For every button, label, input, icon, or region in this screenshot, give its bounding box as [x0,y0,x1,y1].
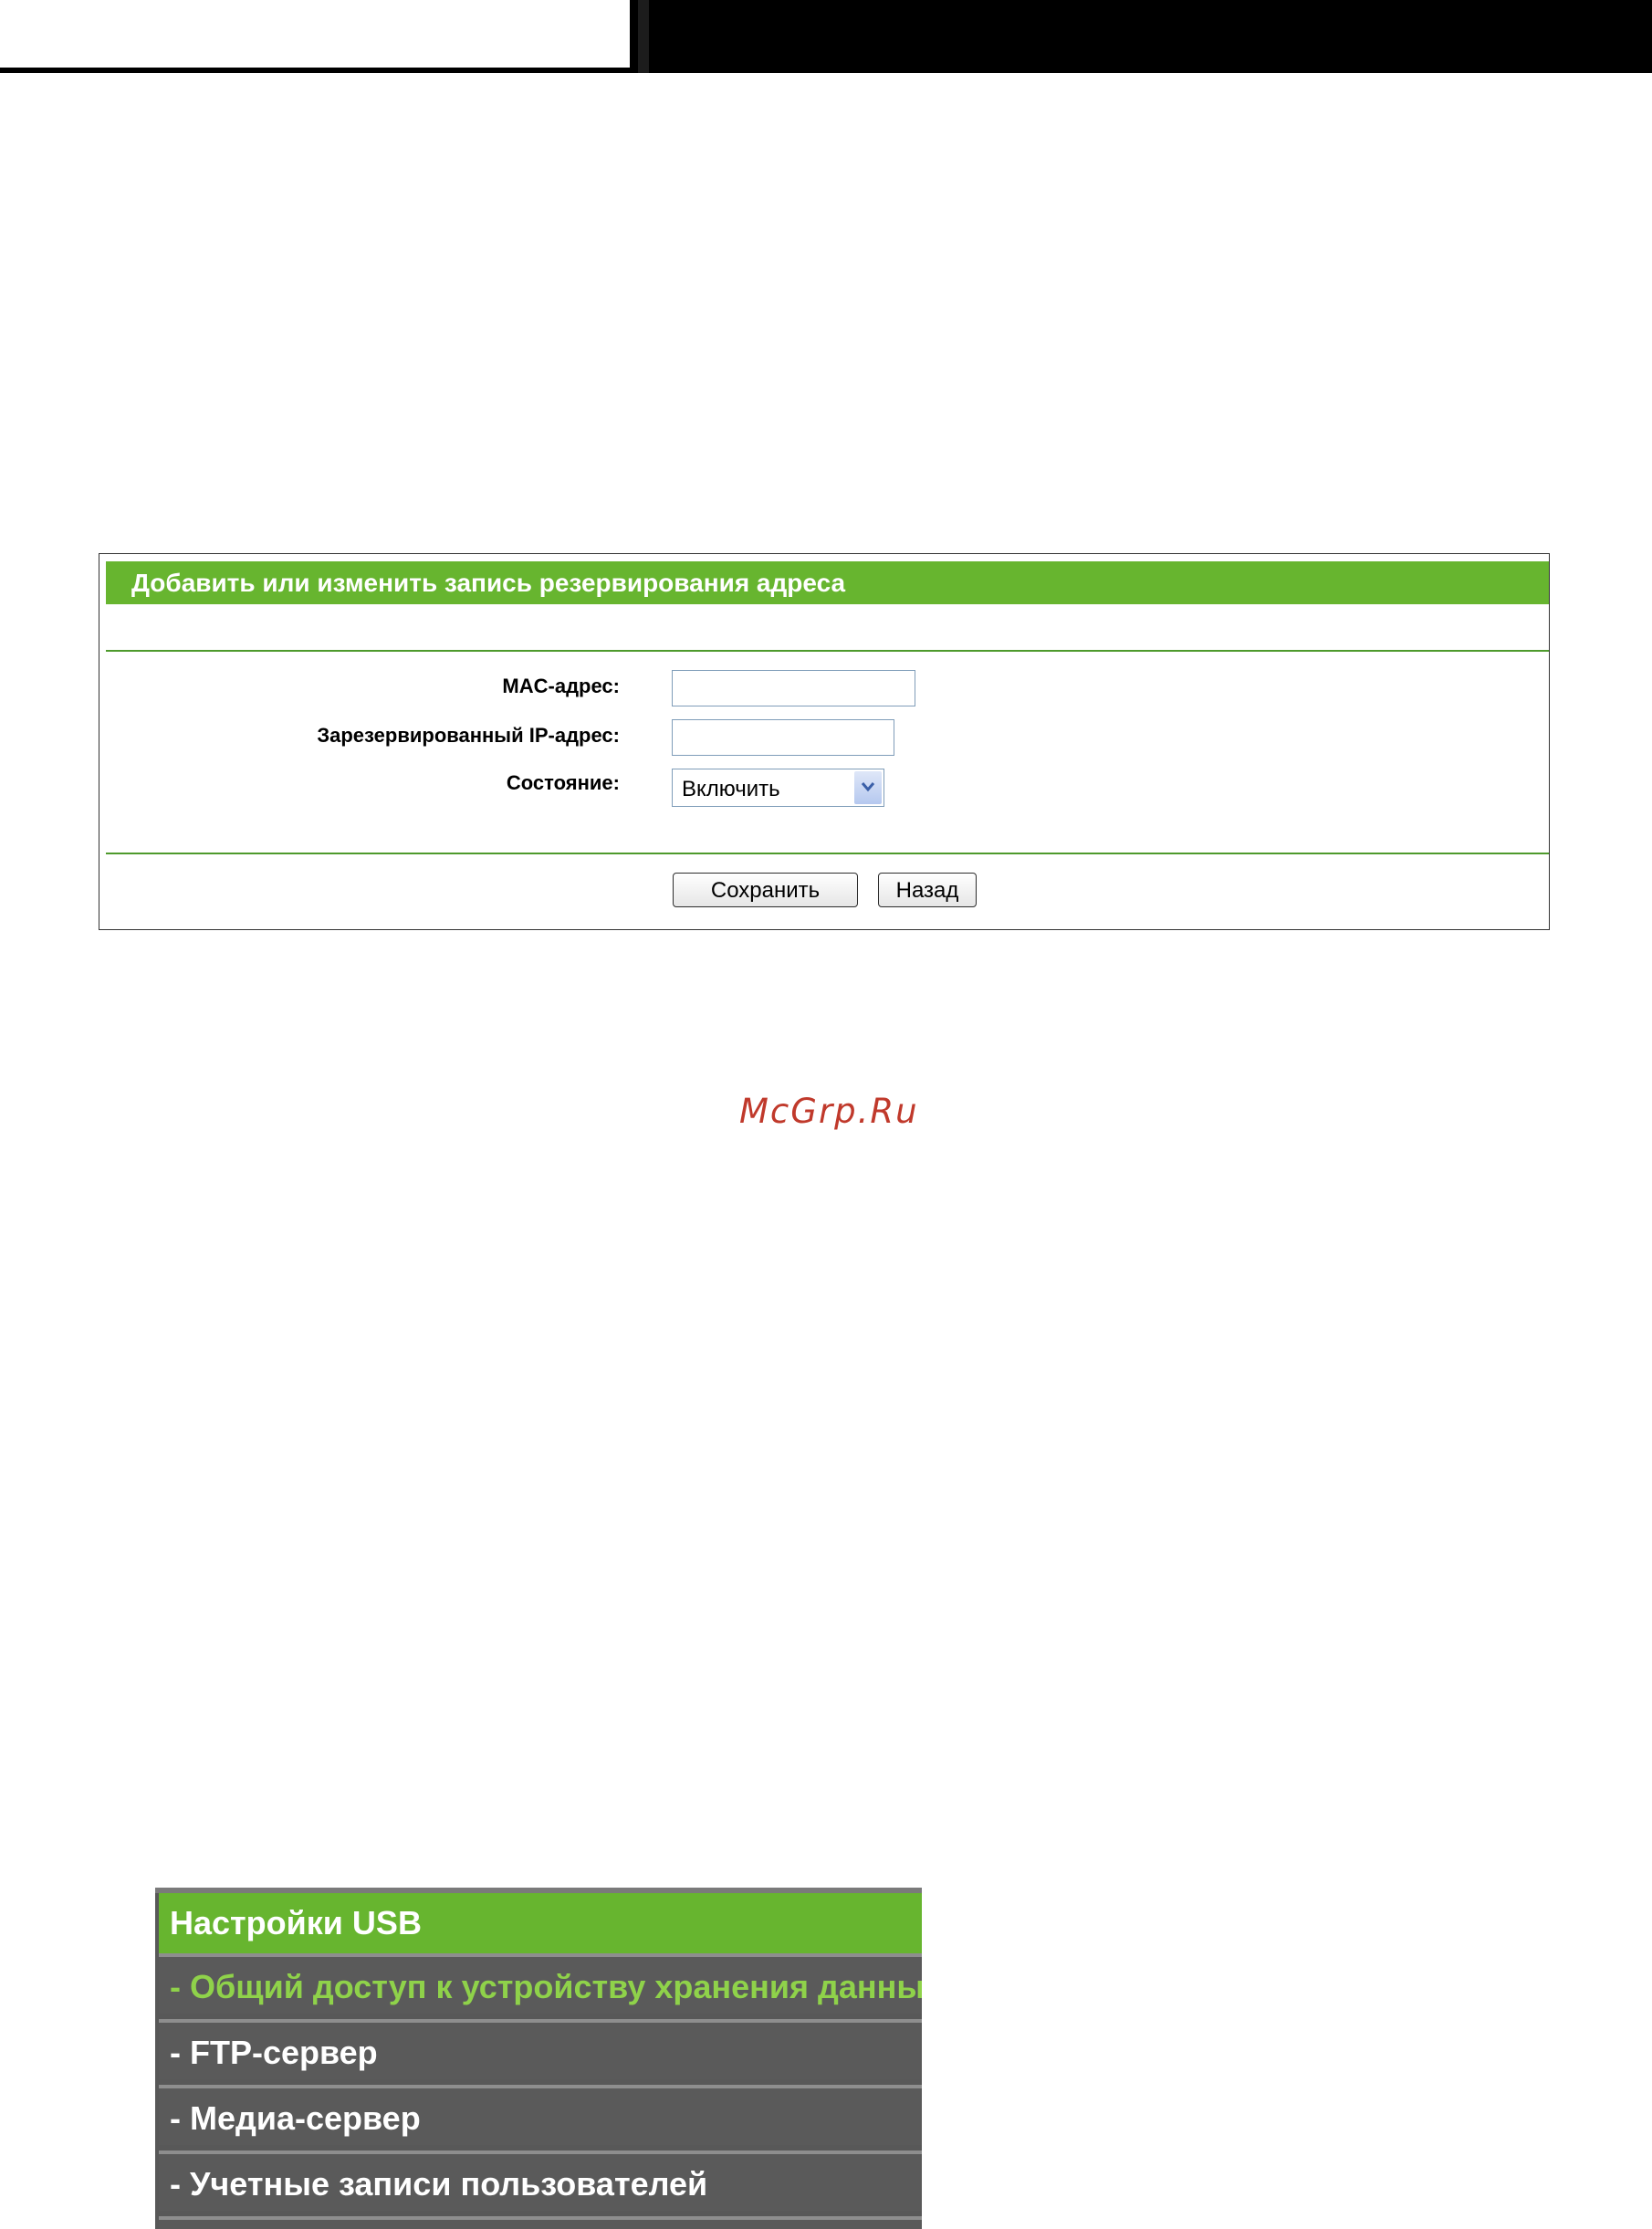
header-divider [638,0,649,73]
ip-label: Зарезервированный IP-адрес: [317,724,620,747]
usb-settings-menu: Настройки USB - Общий доступ к устройств… [155,1888,922,2229]
header-bar [630,0,1652,73]
menu-header[interactable]: Настройки USB [159,1893,922,1953]
mac-input[interactable] [672,670,915,706]
menu-item-media-server[interactable]: - Медиа-сервер [159,2085,922,2145]
chevron-down-icon[interactable] [854,771,882,804]
divider [106,853,1549,854]
ip-input[interactable] [672,719,894,756]
save-button[interactable]: Сохранить [673,873,858,907]
address-reservation-panel: Добавить или изменить запись резервирова… [99,553,1550,930]
panel-title: Добавить или изменить запись резервирова… [106,561,1549,604]
divider [106,650,1549,652]
state-label: Состояние: [506,771,620,794]
menu-item-next[interactable] [159,2216,922,2229]
mac-label: MAC-адрес: [502,675,620,697]
watermark: McGrp.Ru [739,1092,919,1131]
menu-item-storage-sharing[interactable]: - Общий доступ к устройству хранения дан… [159,1953,922,2014]
menu-item-user-accounts[interactable]: - Учетные записи пользователей [159,2151,922,2211]
state-select-value: Включить [682,777,780,801]
state-select[interactable]: Включить [672,769,884,807]
menu-item-ftp-server[interactable]: - FTP-сервер [159,2019,922,2079]
header-rule [0,68,630,73]
back-button[interactable]: Назад [878,873,977,907]
